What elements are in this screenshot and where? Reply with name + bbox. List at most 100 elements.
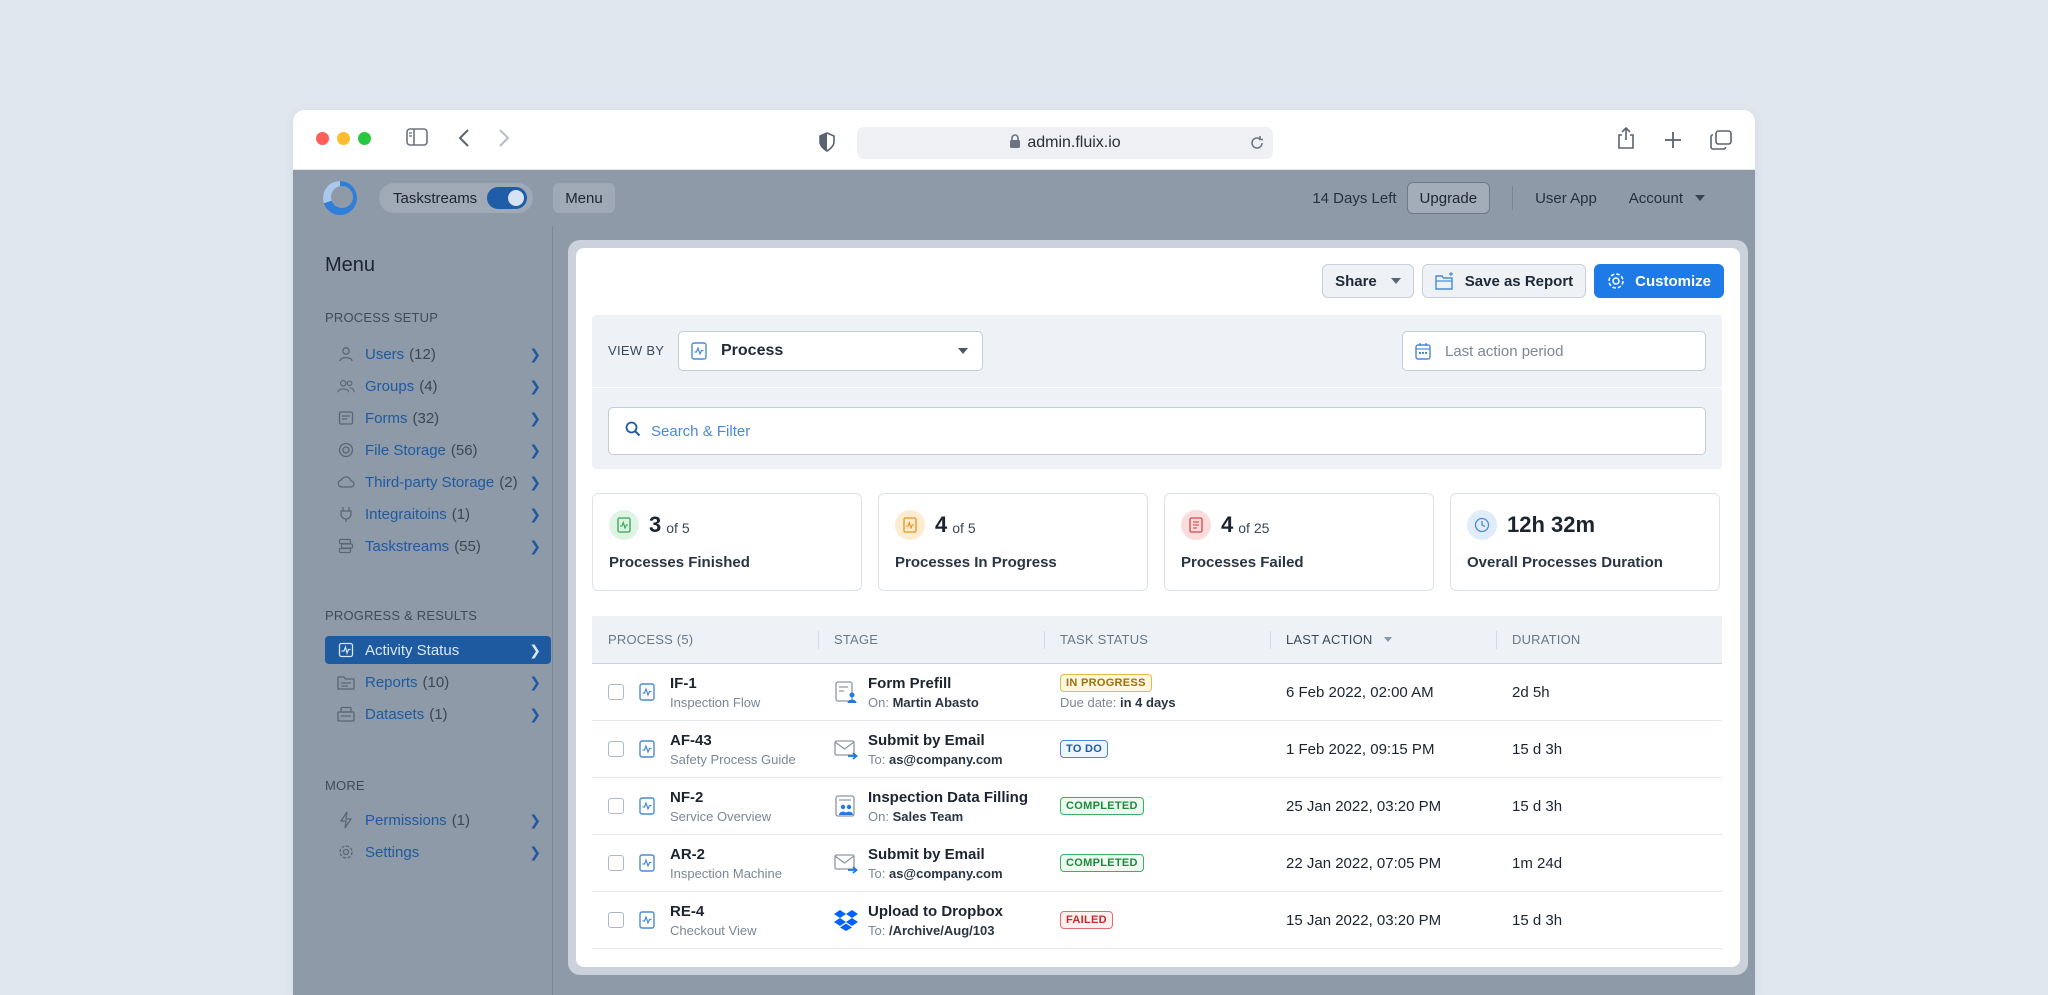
- address-bar[interactable]: admin.fluix.io: [857, 127, 1273, 159]
- process-id[interactable]: RE-4: [670, 903, 756, 920]
- sidebar-item-activity-status[interactable]: Activity Status ❯: [325, 636, 551, 664]
- stage-prefix: To:: [868, 865, 886, 881]
- sidebar-item-count: (2): [499, 473, 518, 491]
- menu-button[interactable]: Menu: [553, 183, 615, 213]
- chevron-right-icon: ❯: [529, 377, 541, 394]
- stage-prefix: On:: [868, 808, 889, 824]
- sidebar-item-taskstreams[interactable]: Taskstreams (55) ❯: [325, 532, 551, 560]
- tab-overview-icon[interactable]: [1710, 130, 1732, 150]
- table-header: PROCESS (5) STAGE TASK STATUS LAST ACTIO…: [592, 616, 1722, 664]
- chevron-down-icon: [958, 348, 968, 354]
- table-row[interactable]: IF-1 Inspection Flow Form Prefill On: Mart…: [592, 664, 1722, 721]
- user-app-link[interactable]: User App: [1535, 190, 1597, 207]
- sidebar-item-forms[interactable]: Forms (32) ❯: [325, 404, 551, 432]
- column-header-process[interactable]: PROCESS (5): [592, 616, 818, 663]
- upgrade-button[interactable]: Upgrade: [1406, 182, 1491, 214]
- table-row[interactable]: AR-2 Inspection Machine Submit by Email To…: [592, 835, 1722, 892]
- account-menu[interactable]: Account: [1629, 190, 1705, 207]
- due-date-value: in 4 days: [1120, 695, 1176, 710]
- stage-target: Martin Abasto: [892, 694, 979, 710]
- fluix-logo[interactable]: [323, 181, 357, 215]
- stage-target: Sales Team: [892, 808, 964, 824]
- sidebar-item-count: (1): [451, 811, 471, 829]
- close-window-button[interactable]: [316, 132, 329, 145]
- process-icon: [638, 854, 656, 872]
- calendar-icon: [1415, 342, 1431, 360]
- row-checkbox[interactable]: [608, 798, 624, 814]
- sidebar-item-count: (1): [429, 705, 448, 723]
- new-tab-icon[interactable]: [1664, 131, 1682, 149]
- browser-toolbar: admin.fluix.io: [293, 110, 1755, 170]
- cloud-icon: [337, 473, 355, 491]
- table-row[interactable]: AF-43 Safety Process Guide Submit by Emai…: [592, 721, 1722, 778]
- sidebar-item-datasets[interactable]: Datasets (1) ❯: [325, 700, 551, 728]
- forward-arrow-icon[interactable]: [498, 128, 510, 148]
- sidebar-item-settings[interactable]: Settings ❯: [325, 838, 551, 866]
- duration-value: 2d 5h: [1512, 683, 1550, 701]
- sidebar-item-file-storage[interactable]: File Storage (56) ❯: [325, 436, 551, 464]
- stat-label: Processes In Progress: [895, 554, 1057, 571]
- form-user-icon: [834, 680, 858, 704]
- sidebar-item-third-party-storage[interactable]: Third-party Storage (2) ❯: [325, 468, 551, 496]
- sidebar-item-reports[interactable]: Reports (10) ❯: [325, 668, 551, 696]
- process-id[interactable]: IF-1: [670, 675, 760, 692]
- stat-total: of 5: [666, 520, 690, 536]
- stat-total: of 25: [1238, 520, 1270, 536]
- modal-content: Share Save as Report Customize VIEW BY P…: [576, 248, 1740, 967]
- sidebar-item-label: Activity Status: [365, 641, 460, 659]
- in-progress-process-icon: [895, 510, 925, 540]
- privacy-shield-icon[interactable]: [819, 132, 835, 152]
- process-icon: [638, 683, 656, 701]
- taskstreams-toggle[interactable]: [487, 187, 528, 209]
- sidebar-item-count: (4): [419, 377, 438, 395]
- customize-button[interactable]: Customize: [1594, 264, 1724, 298]
- search-placeholder: Search & Filter: [651, 422, 751, 440]
- row-checkbox[interactable]: [608, 684, 624, 700]
- table-row[interactable]: NF-2 Service Overview Inspection Data Fil…: [592, 778, 1722, 835]
- column-header-stage[interactable]: STAGE: [818, 616, 1044, 663]
- sidebar-item-count: (55): [454, 537, 481, 555]
- process-name: Inspection Machine: [670, 865, 783, 881]
- row-checkbox[interactable]: [608, 855, 624, 871]
- process-id[interactable]: NF-2: [670, 789, 771, 806]
- stat-value: 12h 32m: [1507, 512, 1596, 537]
- column-header-task-status[interactable]: TASK STATUS: [1044, 616, 1270, 663]
- sidebar-item-groups[interactable]: Groups (4) ❯: [325, 372, 551, 400]
- sidebar-item-integrations[interactable]: Integraitoins (1) ❯: [325, 500, 551, 528]
- sidebar-item-permissions[interactable]: Permissions (1) ❯: [325, 806, 551, 834]
- activity-icon: [337, 641, 355, 659]
- last-action-period-input[interactable]: Last action period: [1402, 331, 1706, 371]
- reload-icon[interactable]: [1249, 135, 1265, 156]
- row-checkbox[interactable]: [608, 741, 624, 757]
- table-row[interactable]: RE-4 Checkout View Upload to Dropbox To: /…: [592, 892, 1722, 949]
- email-send-icon: [834, 737, 858, 761]
- share-button[interactable]: Share: [1322, 264, 1414, 298]
- taskstreams-switch[interactable]: Taskstreams: [379, 183, 534, 213]
- process-id[interactable]: AR-2: [670, 846, 782, 863]
- column-header-label: LAST ACTION: [1286, 632, 1373, 647]
- view-by-select[interactable]: Process: [678, 331, 983, 371]
- row-checkbox[interactable]: [608, 912, 624, 928]
- stage-prefix: To:: [868, 922, 886, 938]
- column-header-duration[interactable]: DURATION: [1496, 616, 1722, 663]
- stage-name: Inspection Data Filling: [868, 788, 1029, 806]
- process-id[interactable]: AF-43: [670, 732, 796, 749]
- last-action-time: 6 Feb 2022, 02:00 AM: [1286, 683, 1434, 701]
- url-text: admin.fluix.io: [1027, 134, 1121, 151]
- gear-icon: [1607, 272, 1625, 290]
- sidebar-section-title: PROCESS SETUP: [325, 310, 439, 325]
- sidebar-toggle-icon[interactable]: [406, 128, 428, 146]
- report-icon: [337, 673, 355, 691]
- back-arrow-icon[interactable]: [458, 128, 470, 148]
- share-icon[interactable]: [1617, 126, 1635, 150]
- save-as-report-button[interactable]: Save as Report: [1421, 264, 1587, 298]
- search-input[interactable]: Search & Filter: [608, 407, 1706, 455]
- due-date: Due date: in 4 days: [1060, 695, 1176, 710]
- zoom-window-button[interactable]: [358, 132, 371, 145]
- share-button-label: Share: [1335, 272, 1377, 290]
- status-badge: FAILED: [1060, 911, 1113, 929]
- sidebar-item-label: Settings: [365, 843, 420, 861]
- sidebar-item-users[interactable]: Users (12) ❯: [325, 340, 551, 368]
- column-header-last-action[interactable]: LAST ACTION: [1270, 616, 1496, 663]
- minimize-window-button[interactable]: [337, 132, 350, 145]
